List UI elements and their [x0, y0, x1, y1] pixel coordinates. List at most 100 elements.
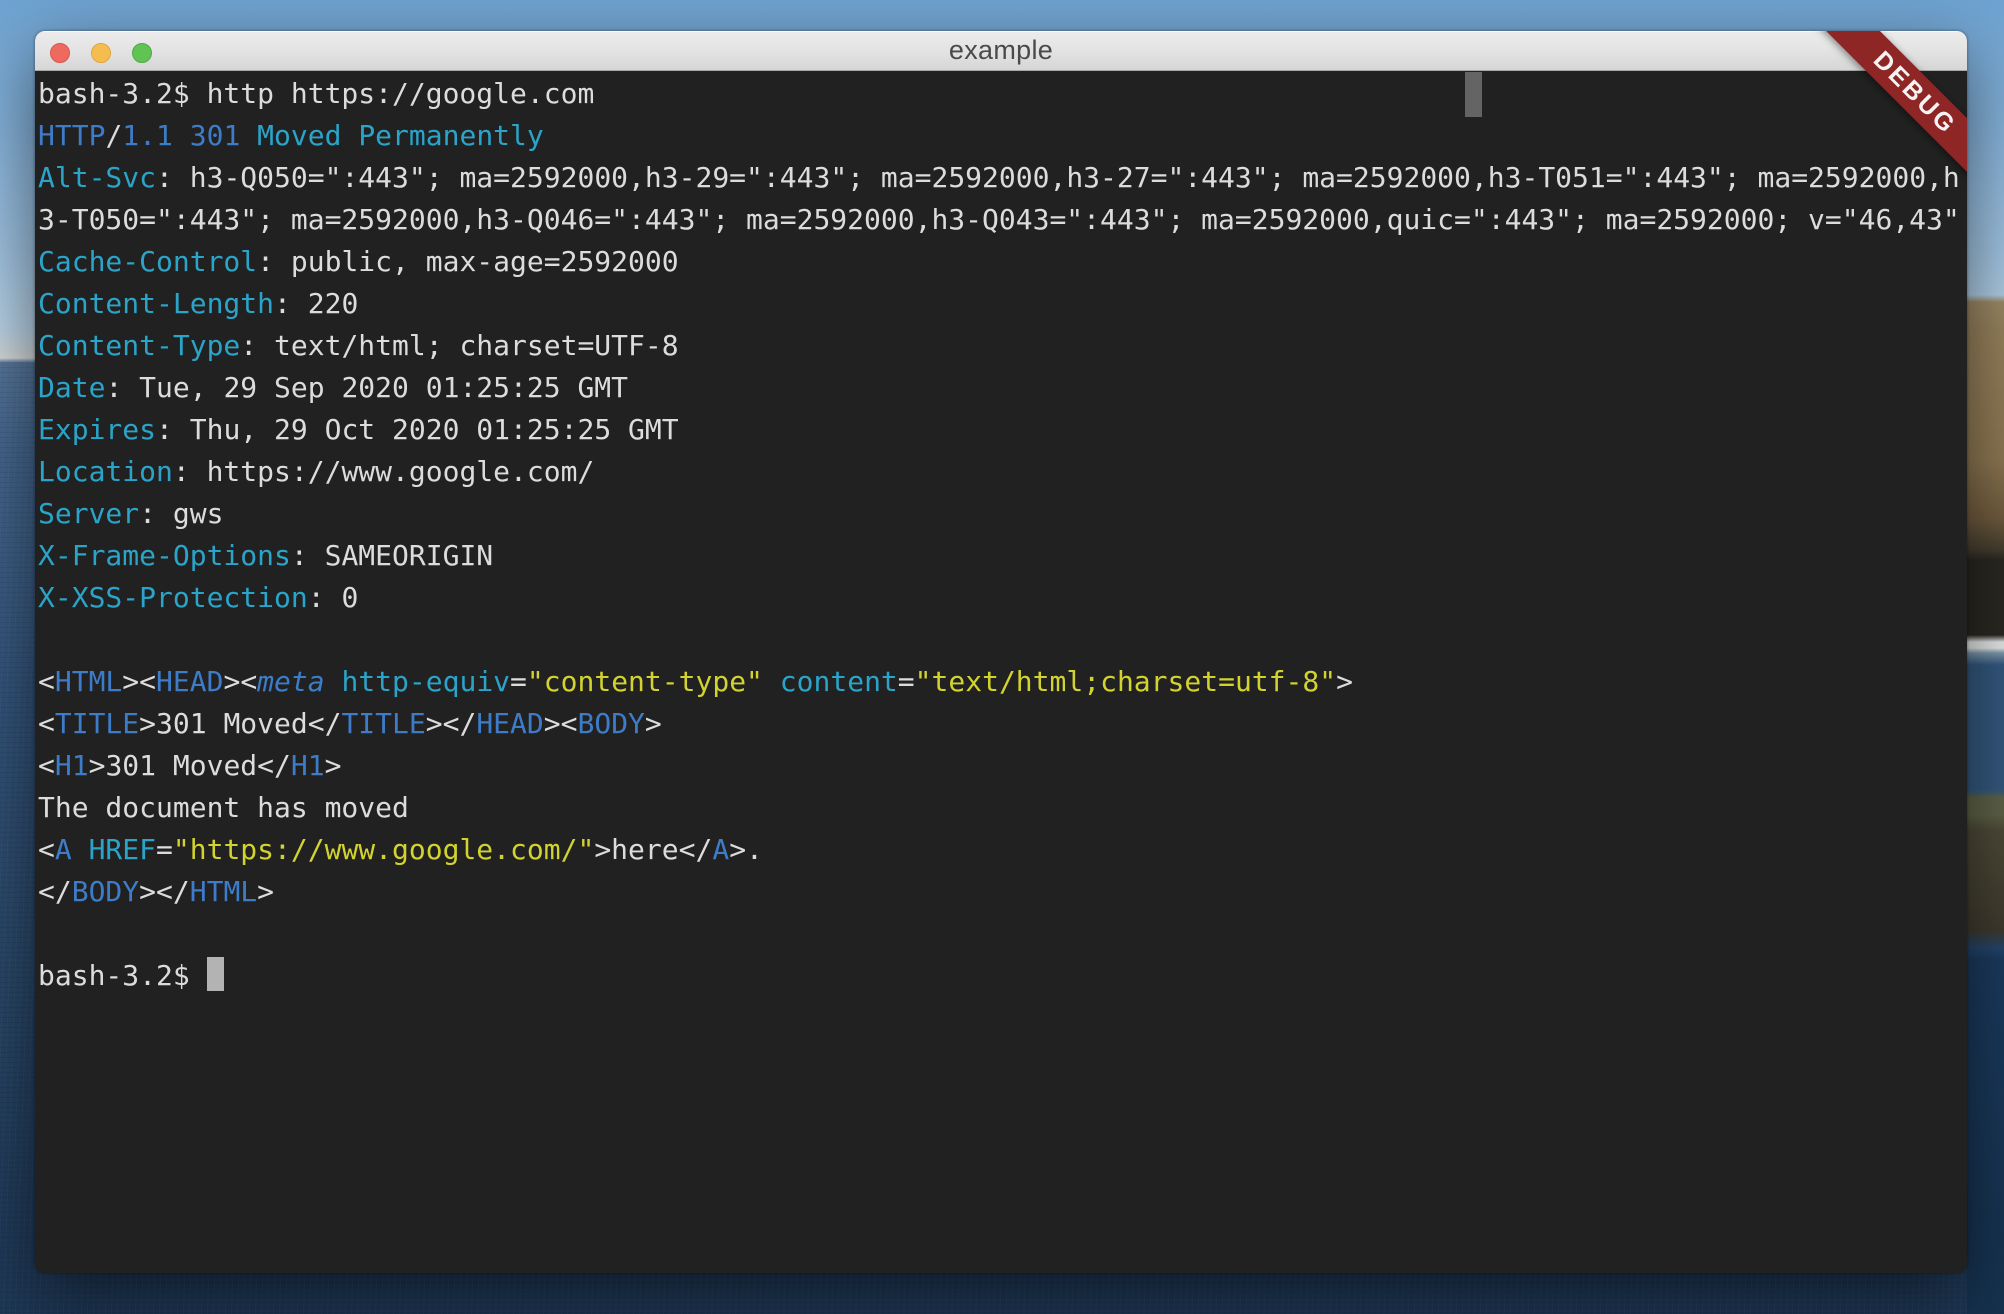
terminal-token: >here — [594, 833, 678, 866]
terminal-token: 301 Moved — [105, 749, 257, 782]
terminal-token: 3-T050=":443"; ma=2592000,h3-Q046=":443"… — [38, 203, 1960, 236]
terminal-line: Date: Tue, 29 Sep 2020 01:25:25 GMT — [38, 367, 1967, 409]
terminal-token: http-equiv — [341, 665, 510, 698]
terminal-token: TITLE — [341, 707, 425, 740]
terminal-line — [38, 913, 1967, 955]
terminal-token: HTML — [55, 665, 122, 698]
terminal-token: bash-3.2$ http https://google.com — [38, 77, 594, 110]
terminal-token: > — [325, 749, 342, 782]
terminal-line: X-Frame-Options: SAMEORIGIN — [38, 535, 1967, 577]
terminal-token: 301 Moved — [156, 707, 308, 740]
terminal-token: : — [156, 413, 190, 446]
terminal-line: Alt-Svc: h3-Q050=":443"; ma=2592000,h3-2… — [38, 157, 1967, 199]
terminal-window: example bash-3.2$ http https://google.co… — [35, 31, 1967, 1273]
terminal-token: = — [156, 833, 173, 866]
terminal-token: HEAD — [476, 707, 543, 740]
terminal-line: Cache-Control: public, max-age=2592000 — [38, 241, 1967, 283]
terminal-token: meta — [257, 665, 324, 698]
terminal-token: bash-3.2$ — [38, 959, 207, 992]
terminal-token: < — [38, 833, 55, 866]
terminal-token: Content-Type — [38, 329, 240, 362]
terminal-token: > — [223, 665, 240, 698]
terminal-line — [38, 619, 1967, 661]
terminal-token: "text/html;charset=utf-8" — [915, 665, 1336, 698]
terminal-token — [72, 833, 89, 866]
scrollbar-thumb[interactable] — [1465, 72, 1482, 117]
zoom-button[interactable] — [132, 43, 152, 63]
terminal-token — [325, 665, 342, 698]
terminal-token: < — [38, 707, 55, 740]
terminal-line: Content-Length: 220 — [38, 283, 1967, 325]
terminal-line: <A HREF="https://www.google.com/">here</… — [38, 829, 1967, 871]
terminal-token: text/html; charset=UTF-8 — [274, 329, 679, 362]
terminal-line: <HTML><HEAD><meta http-equiv="content-ty… — [38, 661, 1967, 703]
terminal-output[interactable]: bash-3.2$ http https://google.comHTTP/1.… — [35, 71, 1967, 1272]
terminal-token: < — [38, 665, 55, 698]
terminal-token — [763, 665, 780, 698]
terminal-token: > — [139, 707, 156, 740]
window-title: example — [949, 35, 1053, 66]
terminal-token: public, max-age=2592000 — [291, 245, 679, 278]
terminal-token: : — [308, 581, 342, 614]
terminal-line: Location: https://www.google.com/ — [38, 451, 1967, 493]
terminal-token: X-Frame-Options — [38, 539, 291, 572]
terminal-token: < — [240, 665, 257, 698]
terminal-token: >. — [729, 833, 763, 866]
terminal-token: H1 — [291, 749, 325, 782]
terminal-token: H1 — [55, 749, 89, 782]
wallpaper-cliff — [1967, 0, 2004, 1314]
terminal-line: 3-T050=":443"; ma=2592000,h3-Q046=":443"… — [38, 199, 1967, 241]
terminal-token: </ — [38, 875, 72, 908]
close-button[interactable] — [50, 43, 70, 63]
terminal-token: Tue, 29 Sep 2020 01:25:25 GMT — [139, 371, 628, 404]
terminal-line: bash-3.2$ — [38, 955, 1967, 997]
terminal-token: : — [173, 455, 207, 488]
terminal-token: Cache-Control — [38, 245, 257, 278]
terminal-token: content — [780, 665, 898, 698]
terminal-token: </ — [679, 833, 713, 866]
terminal-token: BODY — [577, 707, 644, 740]
minimize-button[interactable] — [91, 43, 111, 63]
terminal-line: Expires: Thu, 29 Oct 2020 01:25:25 GMT — [38, 409, 1967, 451]
terminal-token: = — [898, 665, 915, 698]
terminal-token: < — [38, 749, 55, 782]
terminal-line: <H1>301 Moved</H1> — [38, 745, 1967, 787]
terminal-token: X-XSS-Protection — [38, 581, 308, 614]
terminal-token: > — [139, 875, 156, 908]
terminal-token: HTML — [190, 875, 257, 908]
prompt-cursor — [207, 957, 224, 991]
terminal-token: BODY — [72, 875, 139, 908]
terminal-token: > — [645, 707, 662, 740]
terminal-token — [240, 119, 257, 152]
terminal-token: Location — [38, 455, 173, 488]
title-bar[interactable]: example — [35, 31, 1967, 71]
terminal-token: HTTP — [38, 119, 105, 152]
terminal-token: : — [156, 161, 190, 194]
terminal-token: : — [291, 539, 325, 572]
terminal-token: 220 — [308, 287, 359, 320]
terminal-token: Date — [38, 371, 105, 404]
terminal-token: > — [426, 707, 443, 740]
terminal-token: Thu, 29 Oct 2020 01:25:25 GMT — [190, 413, 679, 446]
terminal-token: </ — [156, 875, 190, 908]
terminal-line: bash-3.2$ http https://google.com — [38, 73, 1967, 115]
terminal-token: Moved Permanently — [257, 119, 544, 152]
terminal-line: Server: gws — [38, 493, 1967, 535]
terminal-token: > — [89, 749, 106, 782]
terminal-token: : — [257, 245, 291, 278]
terminal-token: SAMEORIGIN — [325, 539, 494, 572]
terminal-line: Content-Type: text/html; charset=UTF-8 — [38, 325, 1967, 367]
terminal-token: </ — [308, 707, 342, 740]
terminal-token: https://www.google.com/ — [207, 455, 595, 488]
window-controls — [50, 43, 152, 63]
terminal-token: "content-type" — [527, 665, 763, 698]
terminal-token: HEAD — [156, 665, 223, 698]
terminal-line: </BODY></HTML> — [38, 871, 1967, 913]
terminal-token: gws — [173, 497, 224, 530]
terminal-token: h3-Q050=":443"; ma=2592000,h3-29=":443";… — [190, 161, 1960, 194]
terminal-line: X-XSS-Protection: 0 — [38, 577, 1967, 619]
terminal-token: A — [55, 833, 72, 866]
terminal-token: : — [240, 329, 274, 362]
terminal-token: / — [105, 119, 122, 152]
terminal-token: = — [510, 665, 527, 698]
